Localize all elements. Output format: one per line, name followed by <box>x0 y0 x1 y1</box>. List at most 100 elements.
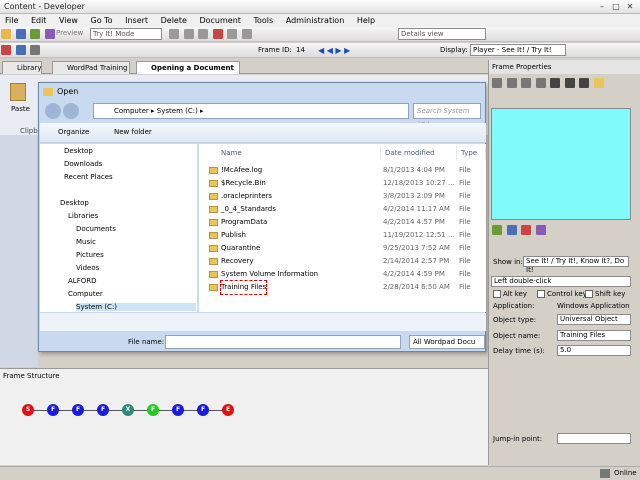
menu-help[interactable]: Help <box>352 14 380 27</box>
menu-administration[interactable]: Administration <box>281 14 350 27</box>
align-center-icon[interactable] <box>506 78 517 88</box>
frame-nav-arrows[interactable]: ◀ ◀ ▶ ▶ <box>318 46 350 55</box>
view-select[interactable]: Details view <box>398 28 486 40</box>
paste-icon[interactable] <box>198 29 209 39</box>
align-left-icon[interactable] <box>492 78 502 88</box>
redo-icon[interactable] <box>241 29 252 39</box>
display-select[interactable]: Player - See It! / Try It! <box>470 44 566 56</box>
nav-music[interactable]: Music <box>76 238 96 246</box>
breadcrumb-system-c[interactable]: System (C:) <box>157 107 198 115</box>
col-header-name[interactable]: Name <box>217 146 381 160</box>
frame-node[interactable]: E <box>222 404 234 416</box>
bold-icon[interactable] <box>550 78 561 88</box>
file-row[interactable]: Training Files 2/28/2014 6:50 AM File <box>199 280 486 295</box>
object-type-select[interactable]: Universal Object <box>557 314 631 325</box>
nav-videos[interactable]: Videos <box>76 264 99 272</box>
menu-goto[interactable]: Go To <box>86 14 118 27</box>
organize-button[interactable]: Organize <box>58 128 89 136</box>
tab-wordpad-training[interactable]: WordPad Training <box>52 61 130 74</box>
address-bar[interactable]: Computer ▸ System (C:) ▸ <box>93 103 409 119</box>
underline-icon[interactable] <box>579 78 590 88</box>
file-row[interactable]: System Volume Information 4/2/2014 4:59 P… <box>199 268 486 281</box>
publish-icon[interactable] <box>44 29 55 39</box>
delay-input[interactable]: 5.0 <box>557 345 631 356</box>
mode-select[interactable]: Try It! Mode <box>90 28 162 40</box>
file-row[interactable]: _0_4_Standards 4/2/2014 11:17 AM File <box>199 203 486 216</box>
close-button[interactable]: ✕ <box>624 1 636 12</box>
preview-button[interactable]: Preview <box>56 29 83 37</box>
breadcrumb-computer[interactable]: Computer <box>114 107 149 115</box>
align-right-icon[interactable] <box>521 78 532 88</box>
save-icon[interactable] <box>15 29 26 39</box>
file-type-select[interactable]: All Wordpad Docu <box>409 335 485 349</box>
edit-icon[interactable] <box>30 29 41 39</box>
frame-node[interactable]: F <box>47 404 59 416</box>
file-row[interactable]: $Recycle.Bin 12/18/2013 10:27 ... File <box>199 177 486 190</box>
bubble-icon[interactable] <box>506 225 517 235</box>
cut-icon[interactable] <box>169 29 179 39</box>
highlight-icon[interactable] <box>593 78 604 88</box>
nav-recent-places[interactable]: Recent Places <box>64 173 113 181</box>
frame-node[interactable]: F <box>97 404 109 416</box>
file-row[interactable]: !McAfee.log 8/1/2013 4:04 PM File <box>199 164 486 177</box>
forward-icon[interactable] <box>63 103 79 119</box>
file-row[interactable]: ProgramData 4/2/2014 4:57 PM File <box>199 216 486 229</box>
frame-node[interactable]: F <box>197 404 209 416</box>
menu-edit[interactable]: Edit <box>26 14 52 27</box>
record-icon[interactable] <box>1 45 11 55</box>
control-key-checkbox[interactable] <box>537 290 545 298</box>
menu-document[interactable]: Document <box>194 14 245 27</box>
file-name-input[interactable] <box>165 335 401 349</box>
copy-icon[interactable] <box>183 29 194 39</box>
action-icon[interactable] <box>492 225 502 235</box>
jump-in-input[interactable] <box>557 433 631 444</box>
menu-view[interactable]: View <box>54 14 83 27</box>
minimize-button[interactable]: – <box>596 1 608 12</box>
search-input[interactable]: Search System (C:) <box>413 103 481 129</box>
nav-desktop[interactable]: Desktop <box>60 199 89 207</box>
tab-library[interactable]: Library <box>2 61 42 74</box>
nav-documents[interactable]: Documents <box>76 225 116 233</box>
menu-tools[interactable]: Tools <box>248 14 278 27</box>
nav-pictures[interactable]: Pictures <box>76 251 104 259</box>
nav-system-c[interactable]: System (C:) <box>76 303 196 311</box>
file-row[interactable]: Recovery 2/14/2014 2:57 PM File <box>199 255 486 268</box>
nav-desktop-fav[interactable]: Desktop <box>64 147 93 155</box>
italic-icon[interactable] <box>564 78 575 88</box>
bubble-preview[interactable] <box>491 108 631 220</box>
file-row[interactable]: Quarantine 9/25/2013 7:52 AM File <box>199 242 486 255</box>
capture-icon[interactable] <box>15 45 26 55</box>
back-icon[interactable] <box>45 103 61 119</box>
menu-insert[interactable]: Insert <box>120 14 153 27</box>
file-row[interactable]: Publish 11/19/2012 12:51 ... File <box>199 229 486 242</box>
frame-node[interactable]: X <box>122 404 134 416</box>
paste-icon[interactable] <box>10 83 26 101</box>
new-folder-button[interactable]: New folder <box>114 128 152 136</box>
show-in-select[interactable]: See It! / Try It!, Know It?, Do It! <box>523 256 629 274</box>
nav-computer[interactable]: Computer <box>68 290 103 298</box>
nav-alford[interactable]: ALFORD <box>68 277 96 285</box>
undo-icon[interactable] <box>227 29 238 39</box>
delete-icon[interactable] <box>212 29 223 39</box>
frame-node[interactable]: F <box>147 404 159 416</box>
hotspot-icon[interactable] <box>521 225 532 235</box>
shift-key-checkbox[interactable] <box>585 290 593 298</box>
tab-opening-a-document[interactable]: Opening a Document <box>136 61 240 74</box>
open-icon[interactable] <box>1 29 11 39</box>
horizontal-scrollbar[interactable] <box>40 313 486 331</box>
frame-icon[interactable] <box>30 45 41 55</box>
nav-libraries[interactable]: Libraries <box>68 212 98 220</box>
frame-node[interactable]: S <box>22 404 34 416</box>
file-row[interactable]: .oracleprinters 3/8/2013 2:09 PM File <box>199 190 486 203</box>
sound-icon[interactable] <box>535 225 546 235</box>
frame-node[interactable]: F <box>172 404 184 416</box>
nav-downloads[interactable]: Downloads <box>64 160 102 168</box>
maximize-button[interactable]: □ <box>610 1 622 12</box>
menu-delete[interactable]: Delete <box>156 14 192 27</box>
action-select[interactable]: Left double-click <box>491 276 631 287</box>
col-header-date[interactable]: Date modified <box>381 146 457 160</box>
alt-key-checkbox[interactable] <box>493 290 501 298</box>
frame-node[interactable]: F <box>72 404 84 416</box>
col-header-type[interactable]: Type <box>457 146 486 160</box>
menu-file[interactable]: File <box>0 14 23 27</box>
